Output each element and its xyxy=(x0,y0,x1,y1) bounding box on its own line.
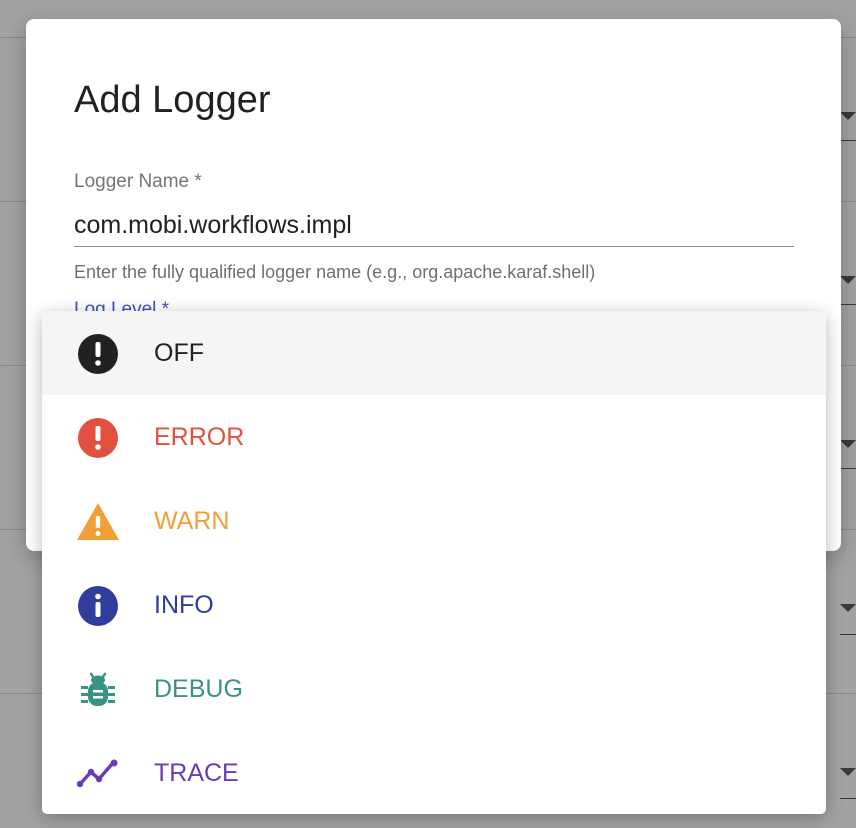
background-select-underline xyxy=(840,140,856,141)
background-select-underline xyxy=(840,304,856,305)
trending-line-icon xyxy=(76,759,118,788)
log-level-option-off[interactable]: OFF xyxy=(42,311,826,395)
logger-name-label: Logger Name * xyxy=(74,171,202,192)
logger-name-input[interactable] xyxy=(74,204,794,247)
background-select-arrow-icon xyxy=(840,440,856,448)
background-select-arrow-icon xyxy=(840,604,856,612)
background-select-underline xyxy=(840,798,856,799)
log-level-option-warn[interactable]: WARN xyxy=(42,479,826,563)
background-select-arrow-icon xyxy=(840,768,856,776)
bug-icon xyxy=(81,672,115,706)
background-select-underline xyxy=(840,468,856,469)
dialog-title: Add Logger xyxy=(74,79,271,121)
background-select-underline xyxy=(840,634,856,635)
log-level-option-label: OFF xyxy=(154,338,204,367)
log-level-option-debug[interactable]: DEBUG xyxy=(42,647,826,731)
logger-name-hint: Enter the fully qualified logger name (e… xyxy=(74,262,596,282)
background-select-arrow-icon xyxy=(840,276,856,284)
log-level-option-error[interactable]: ERROR xyxy=(42,395,826,479)
exclamation-circle-icon xyxy=(78,418,118,458)
log-level-option-label: TRACE xyxy=(154,758,239,787)
log-level-dropdown: OFF ERROR WARN INFO DEBUG TRACE xyxy=(42,311,826,814)
log-level-option-label: ERROR xyxy=(154,422,245,451)
warning-triangle-icon xyxy=(77,503,119,540)
log-level-option-label: INFO xyxy=(154,590,214,619)
log-level-option-label: DEBUG xyxy=(154,674,243,703)
exclamation-circle-icon xyxy=(78,334,118,374)
log-level-option-trace[interactable]: TRACE xyxy=(42,731,826,814)
log-level-option-info[interactable]: INFO xyxy=(42,563,826,647)
background-select-arrow-icon xyxy=(840,112,856,120)
log-level-option-label: WARN xyxy=(154,506,230,535)
info-circle-icon xyxy=(78,586,118,626)
